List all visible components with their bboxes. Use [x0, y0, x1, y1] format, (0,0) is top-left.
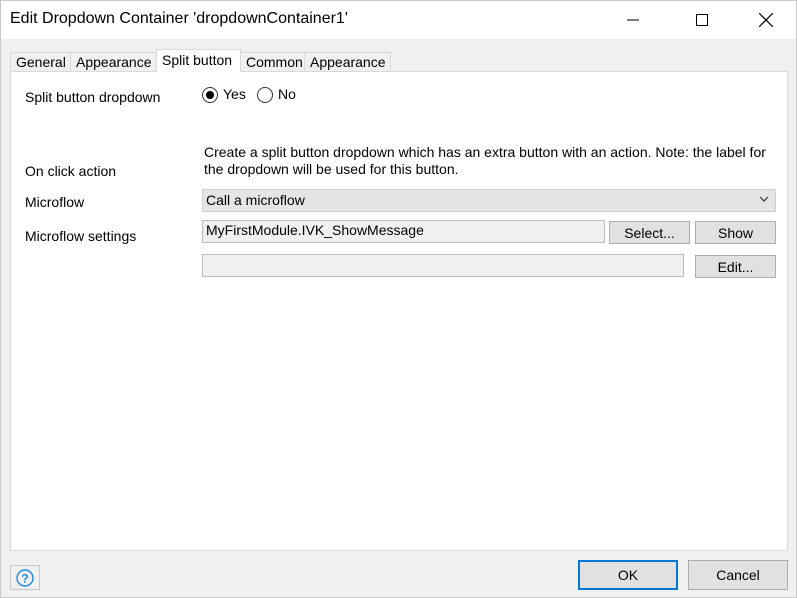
cancel-button[interactable]: Cancel	[688, 560, 788, 590]
dialog-footer: ? OK Cancel	[1, 552, 796, 597]
tab-appearance-2[interactable]: Appearance	[304, 52, 391, 71]
svg-text:?: ?	[21, 571, 28, 585]
on-click-action-value: Call a microflow	[206, 192, 305, 208]
microflow-settings-label: Microflow settings	[25, 228, 137, 244]
dialog-body: General Appearance Split button Common A…	[1, 39, 796, 552]
microflow-settings-field[interactable]	[202, 254, 684, 277]
edit-settings-button[interactable]: Edit...	[695, 255, 776, 278]
minimize-icon	[627, 19, 639, 21]
minimize-button[interactable]	[610, 1, 656, 39]
dialog-window: Edit Dropdown Container 'dropdownContain…	[0, 0, 797, 598]
tab-panel: Split button dropdown Yes No Create a sp…	[10, 71, 788, 551]
select-microflow-button[interactable]: Select...	[609, 221, 690, 244]
close-icon	[759, 13, 773, 27]
help-button[interactable]: ?	[10, 565, 40, 590]
radio-yes-label[interactable]: Yes	[223, 86, 246, 102]
on-click-action-select[interactable]: Call a microflow	[202, 189, 776, 212]
tab-general[interactable]: General	[10, 52, 71, 71]
show-microflow-button[interactable]: Show	[695, 221, 776, 244]
radio-no-label[interactable]: No	[278, 86, 296, 102]
maximize-icon	[696, 14, 708, 26]
maximize-button[interactable]	[679, 1, 725, 39]
tab-split-button[interactable]: Split button	[156, 49, 241, 72]
ok-button[interactable]: OK	[578, 560, 678, 590]
chevron-down-icon	[759, 196, 769, 202]
radio-no[interactable]	[257, 87, 273, 103]
tab-common[interactable]: Common	[240, 52, 305, 71]
tab-appearance[interactable]: Appearance	[70, 52, 157, 71]
title-bar: Edit Dropdown Container 'dropdownContain…	[1, 1, 796, 39]
on-click-action-label: On click action	[25, 163, 117, 179]
close-button[interactable]	[743, 1, 789, 39]
microflow-field[interactable]: MyFirstModule.IVK_ShowMessage	[202, 220, 605, 243]
help-icon: ?	[16, 568, 34, 587]
split-button-dropdown-label: Split button dropdown	[25, 89, 161, 105]
radio-yes[interactable]	[202, 87, 218, 103]
window-title: Edit Dropdown Container 'dropdownContain…	[10, 10, 348, 27]
split-button-description: Create a split button dropdown which has…	[204, 144, 766, 177]
microflow-label: Microflow	[25, 194, 85, 210]
